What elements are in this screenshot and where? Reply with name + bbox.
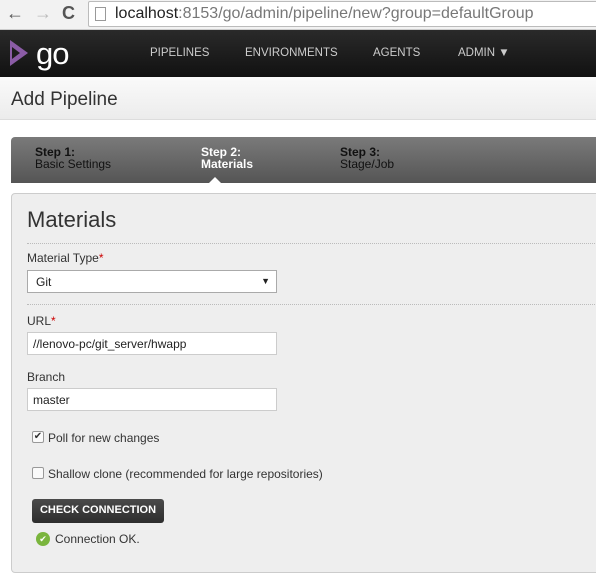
divider <box>27 304 596 305</box>
branch-input[interactable]: master <box>27 388 277 411</box>
nav-admin[interactable]: ADMIN ▼ <box>458 47 510 59</box>
shallow-clone-label: Shallow clone (recommended for large rep… <box>48 467 323 481</box>
check-connection-button[interactable]: CHECK CONNECTION <box>32 499 164 523</box>
back-button[interactable]: ← <box>6 3 24 24</box>
browser-toolbar: ← → C localhost:8153/go/admin/pipeline/n… <box>0 0 596 30</box>
step-label: Stage/Job <box>340 157 395 171</box>
forward-button[interactable]: → <box>34 3 52 24</box>
material-type-label: Material Type* <box>27 251 104 265</box>
poll-label: Poll for new changes <box>48 431 160 445</box>
go-logo-icon <box>10 40 28 66</box>
branch-label: Branch <box>27 370 66 384</box>
step-label: Basic Settings <box>35 157 112 171</box>
shallow-clone-checkbox[interactable] <box>32 467 44 479</box>
url-input[interactable]: //lenovo-pc/git_server/hwapp <box>27 332 277 355</box>
top-navigation: go PIPELINES ENVIRONMENTS AGENTS ADMIN ▼ <box>0 30 596 77</box>
dropdown-arrow-icon: ▼ <box>261 276 270 286</box>
page-icon <box>95 7 106 21</box>
url-path: :8153/go/admin/pipeline/new?group=defaul… <box>178 5 534 22</box>
step-materials[interactable]: Step 2: Materials <box>201 146 253 170</box>
wizard-steps: Step 1: Basic Settings Step 2: Materials S… <box>11 137 596 183</box>
logo-text[interactable]: go <box>36 36 69 72</box>
address-bar[interactable]: localhost:8153/go/admin/pipeline/new?gro… <box>88 1 596 27</box>
divider <box>27 243 596 244</box>
check-circle-icon: ✔ <box>36 532 50 546</box>
page-title: Add Pipeline <box>11 89 118 110</box>
step-label: Materials <box>201 157 254 171</box>
material-type-select[interactable]: Git ▼ <box>27 270 277 293</box>
active-step-pointer <box>209 177 221 183</box>
connection-status: Connection OK. <box>55 532 140 546</box>
poll-checkbox[interactable]: ✔ <box>32 431 44 443</box>
url-label: URL* <box>27 314 56 328</box>
title-bar: Add Pipeline <box>0 77 596 120</box>
step-basic-settings[interactable]: Step 1: Basic Settings <box>35 146 111 170</box>
reload-button[interactable]: C <box>62 3 75 24</box>
step-stage-job[interactable]: Step 3: Stage/Job <box>340 146 394 170</box>
url-host: localhost <box>115 5 179 22</box>
section-heading: Materials <box>27 207 117 232</box>
nav-agents[interactable]: AGENTS <box>373 47 420 59</box>
selected-value: Git <box>36 275 52 289</box>
nav-pipelines[interactable]: PIPELINES <box>150 47 209 59</box>
nav-environments[interactable]: ENVIRONMENTS <box>245 47 338 59</box>
